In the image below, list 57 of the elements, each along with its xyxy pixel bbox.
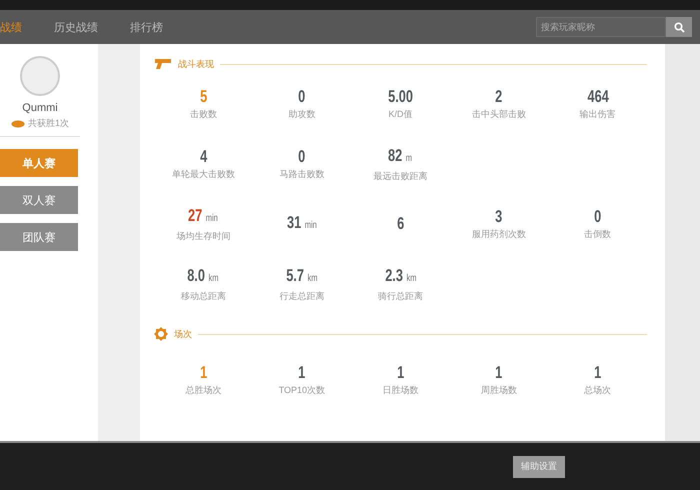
stat-value: 1 — [396, 363, 404, 383]
stat-label: 服用药剂次数 — [472, 228, 526, 241]
stat-value: 27 min — [188, 206, 218, 226]
stat-value: 5.00 — [388, 87, 413, 107]
stat-value: 8.0 km — [188, 266, 219, 286]
section-title: 战斗表现 — [178, 58, 214, 70]
stat-label: 周胜场数 — [481, 384, 518, 397]
search-button[interactable] — [666, 17, 692, 37]
nav-tab[interactable]: 排行榜 — [114, 10, 179, 44]
stat-label: 击败数 — [190, 108, 217, 121]
stat-value: 2 — [496, 87, 503, 107]
stat-label: 场均生存时间 — [176, 230, 230, 242]
stat-label: 击倒数 — [584, 228, 612, 241]
stat-value: 2.3 km — [384, 266, 416, 286]
section-title: 场次 — [174, 328, 192, 340]
stat-label: 行走总距离 — [279, 290, 324, 302]
stat-label: 总场次 — [584, 384, 612, 397]
search-field[interactable]: 搜索玩家昵称 — [536, 17, 666, 37]
stat-value: 464 — [587, 87, 608, 107]
stat-value: 0 — [594, 207, 602, 227]
stat-label: 日胜场数 — [382, 384, 418, 397]
search-icon — [674, 22, 684, 32]
stat-label: 移动总距离 — [180, 290, 226, 302]
stat-value: 3 — [496, 207, 503, 227]
assist-settings-button[interactable]: 辅助设置 — [513, 456, 565, 478]
stat-label: 马路击败数 — [279, 168, 324, 181]
stat-label: 单轮最大击败数 — [172, 168, 235, 181]
mode-tab[interactable]: 双人赛 — [0, 186, 78, 214]
nav-tab[interactable]: 历史战绩 — [38, 10, 114, 44]
avatar — [20, 56, 60, 96]
mode-tab[interactable]: 单人赛 — [0, 149, 78, 177]
stat-value: 1 — [496, 363, 503, 383]
player-name: Qummi — [22, 102, 58, 114]
stat-label: 输出伤害 — [580, 108, 616, 121]
wins-count: 共获胜1次 — [28, 117, 69, 130]
stat-label: 骑行总距离 — [378, 290, 423, 302]
pistol-icon — [154, 58, 172, 70]
medal-icon — [154, 327, 168, 341]
stat-label: 助攻数 — [288, 108, 316, 121]
stat-value: 31 min — [286, 212, 317, 234]
stat-value: 1 — [594, 363, 602, 383]
stat-label: 击中头部击败 — [472, 108, 526, 121]
stat-value: 5 — [200, 87, 207, 107]
stat-value: 6 — [396, 214, 404, 234]
stat-value: 0 — [298, 87, 306, 107]
nav-tab[interactable]: 战绩 — [0, 10, 38, 44]
stat-value: 0 — [298, 147, 306, 167]
stat-label: TOP10次数 — [278, 384, 326, 397]
stat-value: 5.7 km — [286, 266, 318, 286]
stat-label: K/D值 — [388, 108, 412, 121]
stat-value: 1 — [200, 363, 207, 383]
stat-label: 总胜场次 — [185, 384, 222, 397]
mode-tab[interactable]: 团队赛 — [0, 223, 78, 251]
stat-value: 82 m — [388, 146, 412, 166]
stat-value: 4 — [200, 147, 207, 167]
stat-value: 1 — [298, 363, 306, 383]
stat-label: 最远击败距离 — [373, 170, 428, 182]
